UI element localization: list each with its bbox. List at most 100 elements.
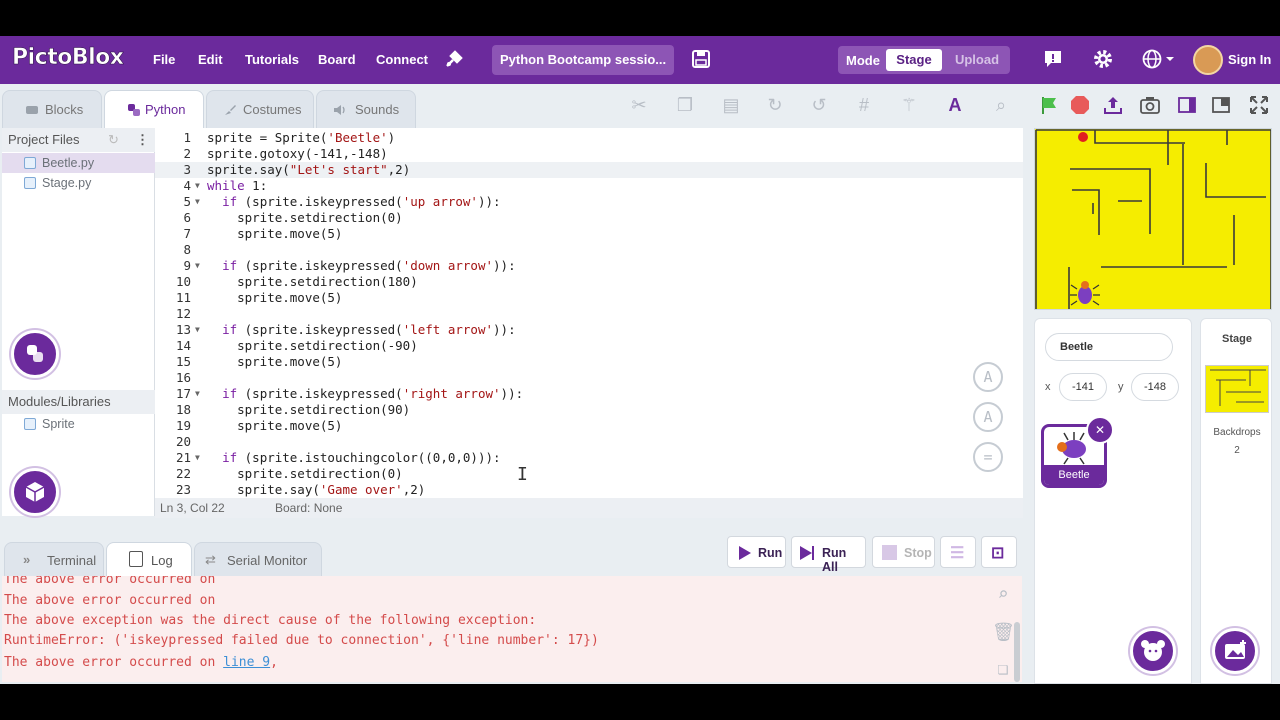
redo-icon[interactable]: ↻ — [764, 94, 786, 116]
code-line[interactable]: 14 sprite.setdirection(-90) — [155, 338, 1023, 354]
console-copy-icon[interactable]: ❏ — [992, 658, 1014, 680]
code-line[interactable]: 1 sprite = Sprite('Beetle') — [155, 130, 1023, 146]
zoom-in-font-icon[interactable]: A — [973, 362, 1003, 392]
text-cursor-icon: I — [517, 464, 528, 485]
code-line[interactable]: 6 sprite.setdirection(0) — [155, 210, 1023, 226]
tab-log[interactable]: Log — [106, 542, 192, 578]
add-sprite-button[interactable] — [1130, 628, 1176, 674]
code-line[interactable]: 18 sprite.setdirection(90) — [155, 402, 1023, 418]
tab-sounds[interactable]: Sounds — [316, 90, 416, 128]
search-icon[interactable]: ⌕ — [990, 94, 1012, 116]
language-globe-icon[interactable] — [1141, 48, 1177, 70]
tab-serial-monitor[interactable]: ⇄ Serial Monitor — [194, 542, 322, 578]
tab-costumes[interactable]: Costumes — [206, 90, 314, 128]
tab-blocks-label: Blocks — [45, 102, 84, 117]
code-line[interactable]: 11 sprite.move(5) — [155, 290, 1023, 306]
paste-icon[interactable]: ▤ — [720, 94, 742, 116]
reset-font-icon[interactable]: = — [973, 442, 1003, 472]
refresh-icon[interactable]: ↻ — [108, 128, 119, 152]
add-backdrop-button[interactable] — [1212, 628, 1258, 674]
user-avatar[interactable] — [1193, 45, 1223, 75]
copy-icon[interactable]: ❐ — [674, 94, 696, 116]
font-size-icon[interactable]: A — [944, 94, 966, 116]
feedback-icon[interactable] — [1042, 48, 1064, 70]
code-line[interactable]: 22 sprite.setdirection(0) — [155, 466, 1023, 482]
project-title-field[interactable]: Python Bootcamp sessio... — [492, 45, 674, 75]
code-line[interactable]: 10 sprite.setdirection(180) — [155, 274, 1023, 290]
code-line[interactable]: 20 — [155, 434, 1023, 450]
sprite-y-field[interactable]: -148 — [1131, 373, 1179, 401]
tab-python[interactable]: Python — [104, 90, 204, 128]
comment-icon[interactable]: # — [853, 94, 875, 116]
stop-square-icon — [882, 545, 897, 560]
cut-icon[interactable]: ✂ — [628, 94, 650, 116]
fold-arrow-icon[interactable]: ▼ — [195, 322, 200, 338]
menu-board[interactable]: Board — [318, 52, 356, 67]
console-scrollbar[interactable] — [1014, 622, 1020, 682]
stage-canvas[interactable] — [1034, 128, 1272, 310]
module-item-sprite[interactable]: Sprite — [2, 414, 155, 434]
code-line[interactable]: 15 sprite.move(5) — [155, 354, 1023, 370]
mode-stage-button[interactable]: Stage — [886, 49, 942, 71]
fold-arrow-icon[interactable]: ▼ — [195, 386, 200, 402]
code-line[interactable]: 8 — [155, 242, 1023, 258]
code-line[interactable]: 4 ▼ while 1: — [155, 178, 1023, 194]
code-line[interactable]: 16 — [155, 370, 1023, 386]
extension-icon[interactable] — [443, 48, 465, 70]
fold-arrow-icon[interactable]: ▼ — [195, 194, 200, 210]
code-line[interactable]: 19 sprite.move(5) — [155, 418, 1023, 434]
export-button[interactable]: ⊡ — [981, 536, 1017, 568]
sprite-name-field[interactable]: Beetle — [1045, 333, 1173, 361]
code-line[interactable]: 13 ▼ if (sprite.iskeypressed('left arrow'… — [155, 322, 1023, 338]
zoom-out-font-icon[interactable]: A — [973, 402, 1003, 432]
code-editor[interactable]: 1 sprite = Sprite('Beetle') 2 sprite.gotoxy… — [155, 128, 1023, 498]
code-line[interactable]: 9 ▼ if (sprite.iskeypressed('down arrow')… — [155, 258, 1023, 274]
code-line[interactable]: 12 — [155, 306, 1023, 322]
clear-format-button[interactable]: ☰ — [940, 536, 976, 568]
log-console[interactable]: The above error occurred on The above er… — [2, 576, 1022, 682]
fold-arrow-icon[interactable]: ▼ — [195, 450, 200, 466]
large-stage-icon[interactable] — [1210, 94, 1232, 116]
camera-icon[interactable] — [1139, 94, 1161, 116]
sprite-x-field[interactable]: -141 — [1059, 373, 1107, 401]
code-line[interactable]: 7 sprite.move(5) — [155, 226, 1023, 242]
console-line-link[interactable]: line 9 — [223, 655, 270, 670]
python-libraries-button[interactable] — [11, 330, 59, 378]
code-line[interactable]: 5 ▼ if (sprite.iskeypressed('up arrow')): — [155, 194, 1023, 210]
save-icon[interactable] — [690, 48, 712, 70]
menu-tutorials[interactable]: Tutorials — [245, 52, 299, 67]
run-all-button[interactable]: Run All — [791, 536, 866, 574]
stop-button[interactable]: Stop — [872, 536, 935, 568]
line-number: 13 — [175, 322, 191, 337]
console-search-icon[interactable]: ⌕ — [992, 584, 1014, 606]
upload-icon[interactable] — [1102, 94, 1124, 116]
code-line[interactable]: 2 sprite.gotoxy(-141,-148) — [155, 146, 1023, 162]
file-item-beetle[interactable]: Beetle.py — [2, 153, 155, 173]
sign-in-link[interactable]: Sign In — [1228, 52, 1271, 67]
add-extension-button[interactable] — [11, 468, 59, 516]
green-flag-icon[interactable] — [1038, 94, 1060, 116]
fold-arrow-icon[interactable]: ▼ — [195, 258, 200, 274]
code-line[interactable]: 23 sprite.say('Game over',2) — [155, 482, 1023, 498]
code-line[interactable]: 21 ▼ if (sprite.istouchingcolor((0,0,0)))… — [155, 450, 1023, 466]
more-options-icon[interactable]: ⋮ — [136, 128, 149, 152]
settings-gear-icon[interactable] — [1092, 48, 1114, 70]
magic-wand-icon[interactable]: ⚚ — [898, 94, 920, 116]
file-item-stage[interactable]: Stage.py — [2, 173, 155, 193]
tab-blocks[interactable]: Blocks — [2, 90, 102, 128]
menu-edit[interactable]: Edit — [198, 52, 223, 67]
fullscreen-icon[interactable] — [1248, 94, 1270, 116]
stop-octagon-icon[interactable] — [1069, 94, 1091, 116]
small-stage-icon[interactable] — [1176, 94, 1198, 116]
menu-file[interactable]: File — [153, 52, 175, 67]
tab-terminal[interactable]: » Terminal — [4, 542, 104, 578]
delete-sprite-icon[interactable]: ✕ — [1086, 416, 1114, 444]
menu-connect[interactable]: Connect — [376, 52, 428, 67]
console-delete-icon[interactable]: 🗑 — [992, 622, 1015, 644]
undo-icon[interactable]: ↺ — [808, 94, 830, 116]
code-line[interactable]: 17 ▼ if (sprite.iskeypressed('right arrow… — [155, 386, 1023, 402]
mode-upload-button[interactable]: Upload — [948, 49, 1006, 71]
run-button[interactable]: Run — [727, 536, 786, 568]
fold-arrow-icon[interactable]: ▼ — [195, 178, 200, 194]
code-line[interactable]: 3 sprite.say("Let's start",2) — [155, 162, 1023, 178]
